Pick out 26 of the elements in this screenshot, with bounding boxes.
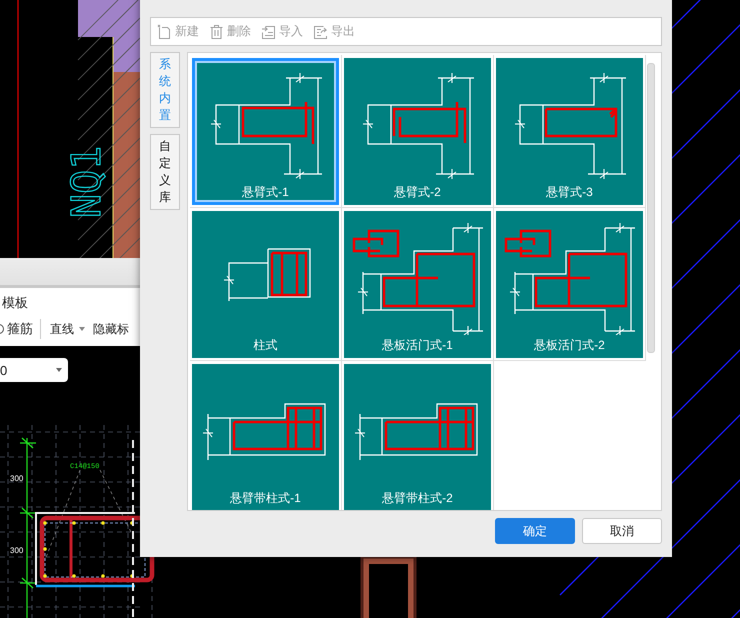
section-option[interactable]: 悬臂式-3: [496, 58, 643, 204]
toolbar-button[interactable]: 隐藏标: [91, 320, 131, 338]
dimension-text: 300: [10, 546, 24, 555]
export-icon: [313, 24, 328, 40]
confirm-button[interactable]: 确定: [495, 518, 575, 544]
section-option[interactable]: 悬臂式-2: [344, 58, 491, 204]
library-tab[interactable]: 自定义库: [150, 134, 180, 210]
caret-icon: [79, 327, 85, 331]
section-option[interactable]: 悬板活门式-2: [496, 210, 643, 358]
section-option[interactable]: 悬臂带柱式-2: [344, 364, 491, 510]
import-icon: [261, 24, 276, 40]
section-option[interactable]: 悬臂式-1: [192, 58, 339, 204]
library-tab[interactable]: 系统内置: [150, 52, 180, 128]
line-type-dropdown[interactable]: 直线: [48, 320, 87, 338]
radio-option[interactable]: 箍筋: [0, 320, 33, 338]
trash-icon: [209, 24, 224, 40]
panel-title: 模板: [1, 294, 29, 312]
dimension-text: 300: [10, 474, 24, 483]
wall-label: NQ1: [64, 146, 110, 218]
section-option[interactable]: 柱式: [192, 210, 339, 358]
section-option[interactable]: 悬板活门式-1: [344, 210, 491, 358]
caret-icon: [56, 368, 62, 372]
cancel-button[interactable]: 取消: [582, 518, 662, 544]
select-field[interactable]: 0: [0, 358, 68, 382]
new-file-icon: [157, 24, 172, 40]
section-option[interactable]: 悬臂带柱式-1: [192, 364, 339, 510]
